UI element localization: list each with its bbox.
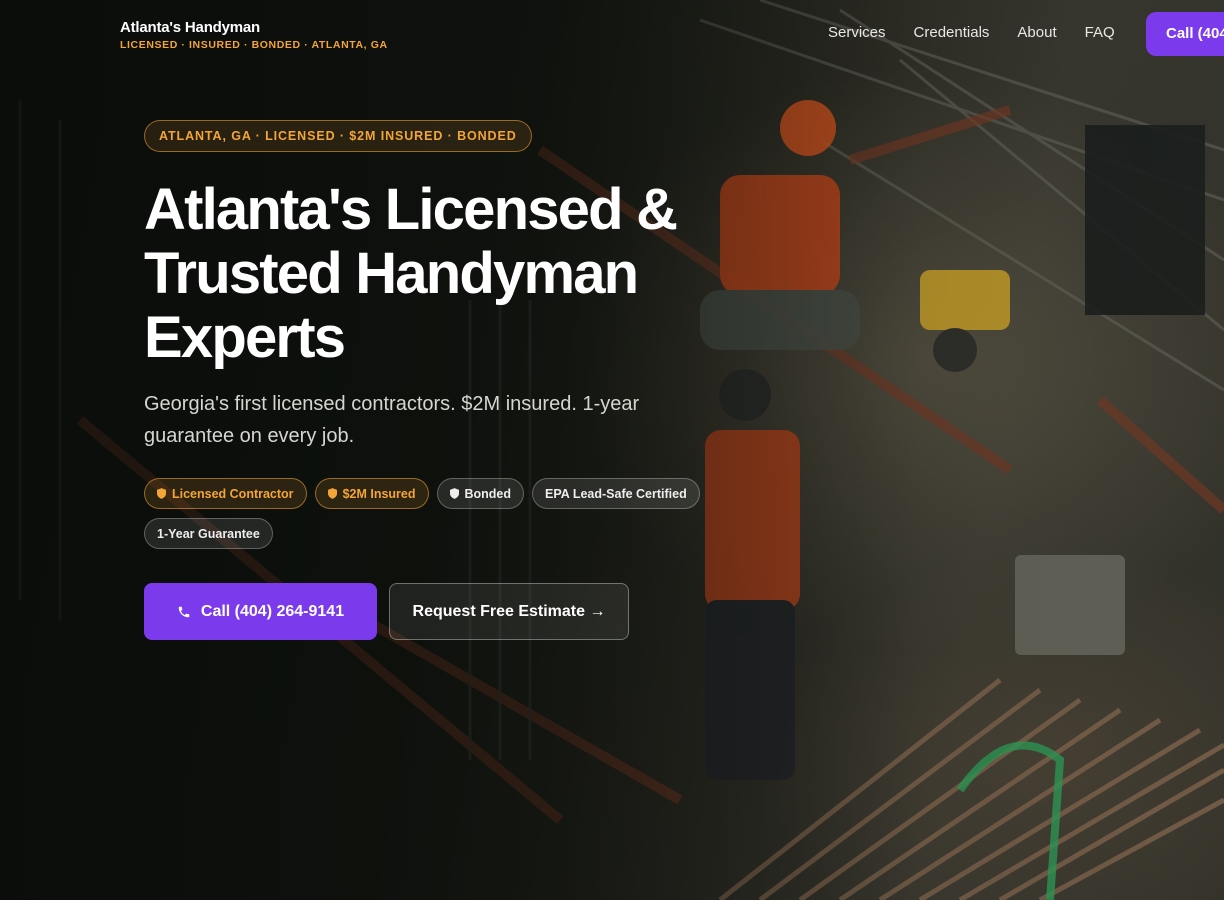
brand-name: Atlanta's Handyman xyxy=(120,19,260,36)
request-estimate-label: Request Free Estimate → xyxy=(412,602,606,620)
phone-icon xyxy=(178,606,190,617)
brand-logo[interactable]: Atlanta's Handyman LICENSED · INSURED · … xyxy=(120,19,388,51)
hero-subheadline: Georgia's first licensed contractors. $2… xyxy=(144,393,640,447)
request-estimate-button[interactable]: Request Free Estimate → xyxy=(389,583,629,640)
nav-about[interactable]: About xyxy=(1017,24,1056,41)
shield-icon xyxy=(449,488,459,499)
badge-label: 1-Year Guarantee xyxy=(157,526,260,541)
badge-label: EPA Lead-Safe Certified xyxy=(545,486,687,501)
nav-services[interactable]: Services xyxy=(828,24,886,41)
badge-guarantee: 1-Year Guarantee xyxy=(144,518,273,549)
location-eyebrow: ATLANTA, GA · LICENSED · $2M INSURED · B… xyxy=(144,120,532,152)
hero-headline: Atlanta's Licensed & Trusted Handyman Ex… xyxy=(144,177,678,370)
call-now-button[interactable]: Call (404) 264-9141 xyxy=(144,583,377,640)
nav-faq[interactable]: FAQ xyxy=(1085,24,1115,41)
nav-credentials[interactable]: Credentials xyxy=(914,24,990,41)
badge-label: Bonded xyxy=(464,486,512,501)
badge-label: Licensed Contractor xyxy=(172,486,294,501)
header-call-label: Call (404 xyxy=(1166,25,1224,42)
call-now-label: Call (404) 264-9141 xyxy=(200,602,345,620)
shield-icon xyxy=(327,488,337,499)
credential-badges: Licensed Contractor $2M Insured Bonded E… xyxy=(144,478,734,549)
hero-section: Atlanta's Handyman LICENSED · INSURED · … xyxy=(0,0,1224,900)
main-nav: Services Credentials About FAQ xyxy=(828,24,1115,41)
header-call-button[interactable]: Call (404 xyxy=(1146,12,1224,56)
badge-epa-certified: EPA Lead-Safe Certified xyxy=(532,478,700,509)
badge-insured: $2M Insured xyxy=(314,478,429,509)
badge-label: $2M Insured xyxy=(342,486,416,501)
badge-bonded: Bonded xyxy=(436,478,525,509)
brand-tagline: LICENSED · INSURED · BONDED · ATLANTA, G… xyxy=(120,39,388,51)
eyebrow-text: ATLANTA, GA · LICENSED · $2M INSURED · B… xyxy=(159,129,517,143)
shield-icon xyxy=(157,488,166,499)
badge-licensed-contractor: Licensed Contractor xyxy=(144,478,307,509)
